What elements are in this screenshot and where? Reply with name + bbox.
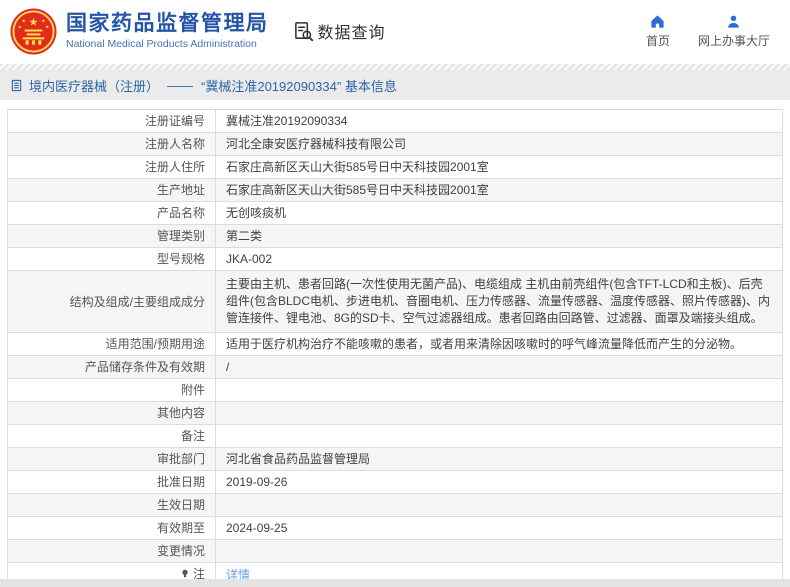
- row-label: 批准日期: [7, 470, 216, 494]
- row-label: 其他内容: [7, 401, 216, 425]
- table-row: 批准日期 2019-09-26: [7, 470, 783, 494]
- breadcrumb-current: “冀械注准20192090334” 基本信息: [201, 78, 397, 94]
- nav-online-hall[interactable]: 网上办事大厅: [698, 14, 770, 49]
- row-label: 生效日期: [7, 493, 216, 517]
- svg-text:★: ★: [22, 18, 27, 24]
- home-icon: [651, 14, 665, 28]
- table-row: 适用范围/预期用途 适用于医疗机构治疗不能咳嗽的患者，或者用来清除因咳嗽时的呼气…: [7, 332, 783, 356]
- row-label: 管理类别: [7, 224, 216, 248]
- row-value: 石家庄高新区天山大街585号日中天科技园2001室: [215, 155, 783, 179]
- agency-name-zh: 国家药品监督管理局: [66, 11, 269, 35]
- row-label: 备注: [7, 424, 216, 448]
- table-row: 注册人住所 石家庄高新区天山大街585号日中天科技园2001室: [7, 155, 783, 179]
- table-row: 结构及组成/主要组成成分 主要由主机、患者回路(一次性使用无菌产品)、电缆组成 …: [7, 270, 783, 333]
- svg-text:★: ★: [41, 18, 46, 24]
- table-row: 生产地址 石家庄高新区天山大街585号日中天科技园2001室: [7, 178, 783, 202]
- page-icon: [11, 79, 22, 91]
- row-label: 适用范围/预期用途: [7, 332, 216, 356]
- agency-logo: ★ ★ ★ ★ ★ 国家药品监督管理局 National Medical Pro…: [10, 7, 269, 55]
- nav-home-label: 首页: [645, 33, 670, 48]
- svg-text:★: ★: [29, 16, 39, 28]
- table-row: 审批部门 河北省食品药品监督管理局: [7, 447, 783, 471]
- row-label: 注册人住所: [7, 155, 216, 179]
- row-label: 生产地址: [7, 178, 216, 202]
- table-row: 附件: [7, 378, 783, 402]
- header-nav: 首页 网上办事大厅: [646, 14, 770, 49]
- table-row: 注册证编号 冀械注准20192090334: [7, 109, 783, 133]
- row-value: 石家庄高新区天山大街585号日中天科技园2001室: [215, 178, 783, 202]
- row-value: /: [215, 355, 783, 379]
- user-icon: [728, 15, 740, 28]
- page-header: ★ ★ ★ ★ ★ 国家药品监督管理局 National Medical Pro…: [0, 0, 790, 62]
- row-value: [215, 493, 783, 517]
- footer-strip: [0, 579, 790, 587]
- agency-name-en: National Medical Products Administration: [66, 37, 257, 50]
- table-row: 型号规格 JKA-002: [7, 247, 783, 271]
- table-row: 其他内容: [7, 401, 783, 425]
- row-label: 注册证编号: [7, 109, 216, 133]
- nav-hall-label: 网上办事大厅: [697, 33, 770, 48]
- row-label: 注册人名称: [7, 132, 216, 156]
- row-value: [215, 424, 783, 448]
- row-value: [215, 378, 783, 402]
- row-value: 河北全康安医疗器械科技有限公司: [215, 132, 783, 156]
- row-label: 附件: [7, 378, 216, 402]
- document-search-icon: [294, 21, 313, 41]
- row-label: 有效期至: [7, 516, 216, 540]
- row-value: 河北省食品药品监督管理局: [215, 447, 783, 471]
- row-value: 2024-09-25: [215, 516, 783, 540]
- row-value: 第二类: [215, 224, 783, 248]
- module-title: 数据查询: [317, 25, 386, 42]
- row-label: 产品名称: [7, 201, 216, 225]
- table-row: 产品储存条件及有效期 /: [7, 355, 783, 379]
- table-row: 备注: [7, 424, 783, 448]
- row-value: 冀械注准20192090334: [215, 109, 783, 133]
- row-label: 产品储存条件及有效期: [7, 355, 216, 379]
- svg-text:★: ★: [45, 24, 50, 30]
- main-content: 注册证编号 冀械注准20192090334 注册人名称 河北全康安医疗器械科技有…: [0, 100, 790, 587]
- table-row: 注册人名称 河北全康安医疗器械科技有限公司: [7, 132, 783, 156]
- registration-detail-table: 注册证编号 冀械注准20192090334 注册人名称 河北全康安医疗器械科技有…: [7, 109, 783, 587]
- table-row: 有效期至 2024-09-25: [7, 516, 783, 540]
- row-value: [215, 401, 783, 425]
- row-value: [215, 539, 783, 563]
- row-label: 审批部门: [7, 447, 216, 471]
- nav-home[interactable]: 首页: [646, 14, 670, 49]
- svg-text:★: ★: [18, 24, 23, 30]
- table-row: 管理类别 第二类: [7, 224, 783, 248]
- row-value: 2019-09-26: [215, 470, 783, 494]
- row-value: 主要由主机、患者回路(一次性使用无菌产品)、电缆组成 主机由前壳组件(包含TFT…: [215, 270, 783, 333]
- row-value: 无创咳痰机: [215, 201, 783, 225]
- data-query-module: 数据查询: [293, 19, 386, 43]
- row-label: 型号规格: [7, 247, 216, 271]
- table-row: 生效日期: [7, 493, 783, 517]
- table-row: 变更情况: [7, 539, 783, 563]
- row-value: 适用于医疗机构治疗不能咳嗽的患者，或者用来清除因咳嗽时的呼气峰流量降低而产生的分…: [215, 332, 783, 356]
- table-row: 产品名称 无创咳痰机: [7, 201, 783, 225]
- national-emblem-icon: ★ ★ ★ ★ ★: [10, 7, 57, 55]
- breadcrumb-section[interactable]: 境内医疗器械（注册）: [29, 76, 159, 95]
- breadcrumb: 境内医疗器械（注册） —— “冀械注准20192090334” 基本信息: [0, 70, 790, 100]
- row-label: 结构及组成/主要组成成分: [7, 270, 216, 333]
- breadcrumb-separator: ——: [167, 77, 194, 93]
- row-value: JKA-002: [215, 247, 783, 271]
- row-label: 变更情况: [7, 539, 216, 563]
